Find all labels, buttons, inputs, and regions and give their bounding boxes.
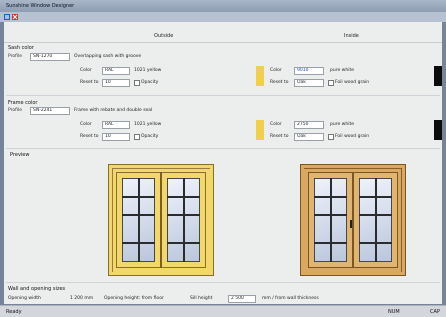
opening-width-label: Opening width xyxy=(8,296,41,301)
frame-outside-reset-label: Reset to xyxy=(80,134,99,139)
glazing-bar xyxy=(167,242,200,244)
sill-height-unit: mm / from wall thickness xyxy=(262,296,319,301)
app-icon[interactable] xyxy=(4,14,10,20)
sash-inside-reset-field[interactable]: Oak xyxy=(294,79,324,87)
frame-inside-foil-checkbox[interactable] xyxy=(328,134,334,140)
frame-outside-color-field[interactable]: RAL xyxy=(102,121,130,129)
window-handle-icon[interactable] xyxy=(350,220,352,228)
glazing-bar xyxy=(314,242,347,244)
frame-rebate-line xyxy=(112,168,113,272)
glazing-bar xyxy=(330,178,332,262)
glazing-bar xyxy=(314,214,347,216)
inside-window-preview xyxy=(300,164,406,276)
sash-outside-reset-field[interactable]: 10 xyxy=(102,79,130,87)
sash-profile-label: Profile xyxy=(8,54,22,59)
glazing-bar xyxy=(183,178,185,262)
sash-outside-color-field[interactable]: RAL xyxy=(102,67,130,75)
sill-height-field[interactable]: 2 500 xyxy=(228,295,256,303)
status-bar: Ready NUM CAP xyxy=(0,305,446,317)
section-divider xyxy=(6,95,440,96)
sash-outside-color-label: Color xyxy=(80,68,92,73)
glazing-bar xyxy=(375,178,377,262)
glazing-bar xyxy=(167,196,200,198)
frame-outside-opacity-checkbox[interactable] xyxy=(134,134,140,140)
glazing-bar xyxy=(138,178,140,262)
column-header-inside: Inside xyxy=(344,33,359,39)
sash-profile-field[interactable]: SN-1270 xyxy=(30,53,70,61)
sash-outside-color-swatch[interactable] xyxy=(256,66,264,86)
section-divider xyxy=(6,148,440,149)
sash-profile-desc: Overlapping sash with groove xyxy=(74,54,142,59)
frame-inside-reset-label: Reset to xyxy=(270,134,289,139)
frame-section-title: Frame color xyxy=(8,100,38,106)
close-icon[interactable] xyxy=(12,14,18,20)
glazing-bar xyxy=(122,196,155,198)
frame-rebate-line xyxy=(112,168,210,169)
opening-width-value: 1 200 mm xyxy=(70,296,94,301)
frame-inside-color-swatch[interactable] xyxy=(434,120,442,140)
caps-lock-indicator: CAP xyxy=(430,309,440,315)
sash-section-title: Sash color xyxy=(8,45,34,51)
opening-height-label: Opening height: from floor xyxy=(104,296,164,301)
frame-outside-opacity-label: Opacity xyxy=(141,134,159,139)
main-panel: Outside Inside Sash color Profile SN-127… xyxy=(4,22,442,304)
sash-inside-color-field[interactable]: 9010 xyxy=(294,67,324,75)
frame-inside-color-name: pure white xyxy=(330,122,354,127)
frame-outside-color-swatch[interactable] xyxy=(256,120,264,140)
title-bar: Sunshine Window Designer xyxy=(0,0,446,12)
app-window: Sunshine Window Designer Outside Inside … xyxy=(0,0,446,317)
sash-inside-color-name: pure white xyxy=(330,68,354,73)
frame-inside-color-label: Color xyxy=(270,122,282,127)
glazing-bar xyxy=(122,214,155,216)
status-text: Ready xyxy=(6,309,22,315)
preview-title: Preview xyxy=(10,152,30,158)
glazing-bar xyxy=(359,196,392,198)
glazing-bar xyxy=(122,242,155,244)
num-lock-indicator: NUM xyxy=(388,309,400,315)
window-title: Sunshine Window Designer xyxy=(6,3,75,9)
frame-profile-label: Profile xyxy=(8,108,22,113)
sash-outside-opacity-label: Opacity xyxy=(141,80,159,85)
wall-section-title: Wall and opening sizes xyxy=(8,286,66,292)
mullion xyxy=(160,172,162,268)
sash-outside-reset-label: Reset to xyxy=(80,80,99,85)
sash-inside-reset-label: Reset to xyxy=(270,80,289,85)
outside-window-preview xyxy=(108,164,214,276)
sash-inside-color-label: Color xyxy=(270,68,282,73)
glazing-bar xyxy=(359,214,392,216)
menu-bar xyxy=(0,12,446,22)
frame-inside-reset-field[interactable]: Oak xyxy=(294,133,324,141)
frame-outside-reset-field[interactable]: 10 xyxy=(102,133,130,141)
frame-inside-foil-label: Foil wood grain xyxy=(335,134,370,139)
section-divider xyxy=(6,282,440,283)
sill-height-label: Sill height xyxy=(190,296,213,301)
frame-rebate-line xyxy=(401,168,402,272)
glazing-bar xyxy=(167,214,200,216)
frame-rebate-line xyxy=(304,168,402,169)
glazing-bar xyxy=(359,242,392,244)
sash-inside-foil-label: Foil wood grain xyxy=(335,80,370,85)
sash-outside-color-name: 1021 yellow xyxy=(134,68,162,73)
sash-inside-foil-checkbox[interactable] xyxy=(328,80,334,86)
sash-inside-color-swatch[interactable] xyxy=(434,66,442,86)
frame-inside-color-field[interactable]: 2750 xyxy=(294,121,324,129)
frame-profile-desc: Frame with rebate and double seal xyxy=(74,108,153,113)
frame-outside-color-name: 1021 yellow xyxy=(134,122,162,127)
column-header-outside: Outside xyxy=(154,33,174,39)
frame-profile-field[interactable]: SN-2241 xyxy=(30,107,70,115)
header-divider xyxy=(4,42,442,43)
sash-outside-opacity-checkbox[interactable] xyxy=(134,80,140,86)
frame-outside-color-label: Color xyxy=(80,122,92,127)
glazing-bar xyxy=(314,196,347,198)
